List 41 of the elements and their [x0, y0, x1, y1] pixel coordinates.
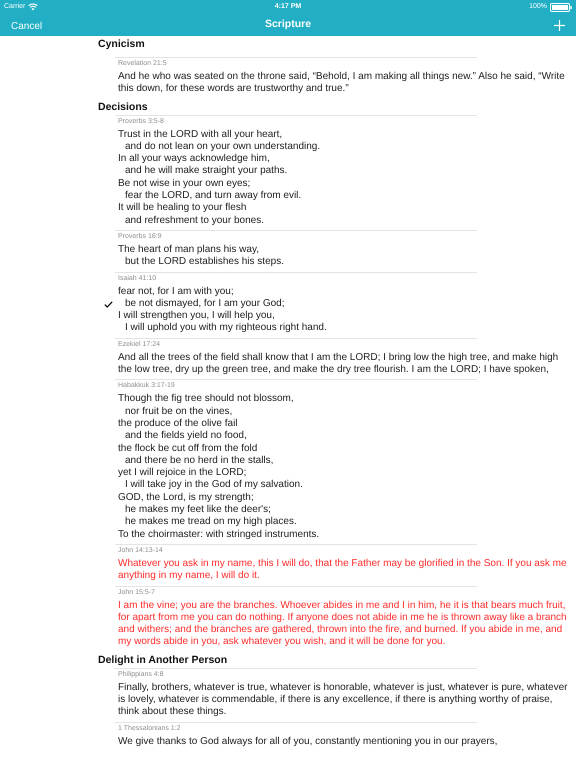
wifi-icon: [28, 3, 38, 11]
verse-text: and he will make straight your paths.: [125, 165, 288, 178]
verse-text: the produce of the olive fail: [118, 418, 239, 430]
cancel-button[interactable]: Cancel: [11, 19, 42, 34]
verse-text: I will uphold you with my righteous right hand.: [125, 322, 328, 335]
verse-text: Trust in the LORD with all your heart,: [118, 128, 284, 141]
verse-text: GOD, the Lord, is my strength;: [118, 492, 255, 504]
verse-text: the flock be cut off from the fold: [118, 442, 258, 455]
verse-text: fear not, for I am with you;: [118, 286, 235, 298]
verse-text: Whatever you ask in my name, this I will do, that the Father may be glorified in the Son. If you ask me anything in my name, I will do it.: [118, 558, 568, 582]
section-header: Delight in Another Person: [98, 652, 228, 668]
verse-text: We give thanks to God always for all of you, constantly mentioning you in our prayers,: [118, 736, 498, 748]
section-header: Cynicism: [98, 38, 146, 52]
verse-text: he makes my feet like the deer's;: [125, 504, 272, 516]
verse-text: And he who was seated on the throne said, “Behold, I am making all things new.” Also he said, “Write this down, for these words are trustworthy and true.”: [118, 71, 566, 96]
add-button[interactable]: [553, 19, 566, 31]
verse-text: I will strengthen you, I will help you,: [118, 310, 276, 322]
verse-text: To the choirmaster: with stringed instruments.: [118, 528, 320, 541]
verse-text: and there be no herd in the stalls,: [125, 454, 274, 468]
verse-text: yet I will rejoice in the LORD;: [118, 467, 248, 480]
verse-text: In all your ways acknowledge him,: [118, 153, 271, 166]
verse-text: he makes me tread on my high places.: [125, 516, 298, 529]
verse-text: nor fruit be on the vines,: [125, 406, 234, 418]
verse-text: and do not lean on your own understanding.: [125, 140, 322, 154]
verse-text: Though the fig tree should not blossom,: [118, 393, 295, 406]
verse-text: I will take joy in the God of my salvation.: [125, 479, 304, 492]
verse-text: And all the trees of the field shall know that I am the LORD; I bring low the high tree, and make high the low tree, dry up the green tree, and make the dry tree flourish. I am the LORD; I have spoken,: [118, 352, 560, 376]
verse-text: Be not wise in your own eyes;: [118, 178, 252, 190]
verse-text: The heart of man plans his way,: [118, 244, 260, 256]
verse-text: and refreshment to your bones.: [125, 214, 265, 227]
screen-title: Scripture: [264, 17, 312, 32]
verse-text: but the LORD establishes his steps.: [125, 256, 285, 269]
section-header: Decisions: [98, 100, 149, 115]
verse-text: Finally, brothers, whatever is true, whatever is honorable, whatever is just, whatever is pure, whatever is lovely, whatever is commendable, if there is any excellence, if there is anything worthy of praise, think about these things.: [118, 682, 568, 719]
plus-icon: [554, 20, 565, 30]
verse-text: be not dismayed, for I am your God;: [125, 298, 286, 310]
verse-text: and the fields yield no food,: [125, 430, 248, 443]
verse-text: I am the vine; you are the branches. Whoever abides in me and I in him, he it is that bears much fruit, for apart from me you can do nothing. If anyone does not abide in me he is thrown away like a branch and withers; and the branches are gathered, thrown into the fire, and burned. If you abide in me, and my words abide in you, ask whatever you wish, and it will be done for you.: [118, 600, 568, 649]
battery-icon: [550, 2, 572, 12]
verse-text: fear the LORD, and turn away from evil.: [125, 190, 302, 202]
verse-text: It will be healing to your flesh: [118, 202, 248, 215]
